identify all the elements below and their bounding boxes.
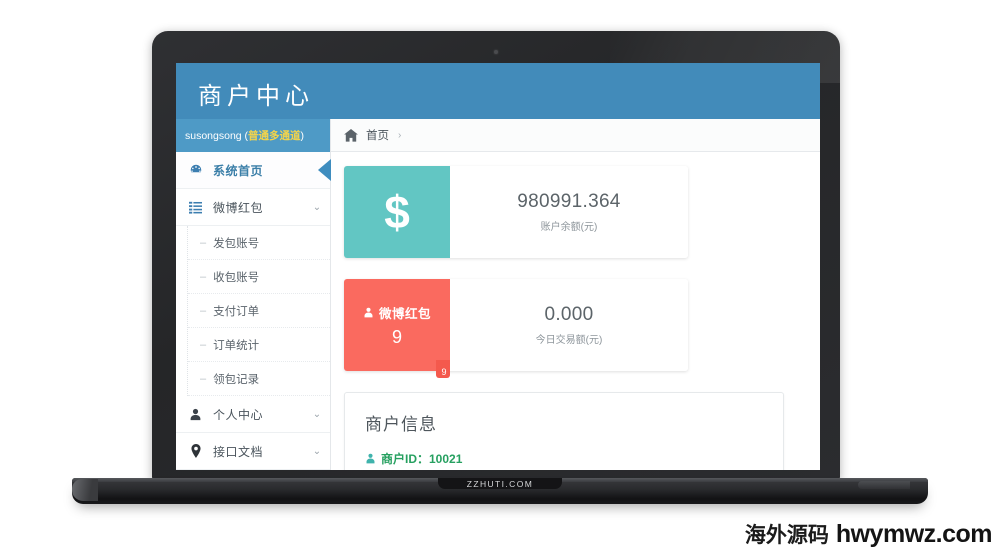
cards-area: $ 980991.364 账户余额(元) 微博红包 9 9 0.000 今日交易… bbox=[331, 152, 820, 470]
dash-icon: – bbox=[200, 236, 207, 249]
base-left-cap bbox=[72, 479, 98, 501]
sidebar-item-label: 微博红包 bbox=[213, 200, 264, 215]
app-header: 商户中心 bbox=[176, 63, 820, 119]
laptop-screen: 商户中心 susongsong ( 普通多通道 ) 系统首页 微博红包 ⌄ – … bbox=[176, 63, 820, 470]
sidebar-subitem-label: 领包记录 bbox=[213, 373, 260, 386]
webcam-icon bbox=[494, 50, 498, 54]
active-arrow-marker bbox=[318, 159, 331, 181]
breadcrumb: 首页 › bbox=[331, 119, 820, 152]
user-icon bbox=[186, 408, 205, 421]
main-content: 首页 › $ 980991.364 账户余额(元) 微博红包 9 9 0.000… bbox=[331, 119, 820, 470]
dash-icon: – bbox=[200, 304, 207, 317]
base-right-port bbox=[858, 481, 910, 489]
sidebar-user-bar[interactable]: susongsong ( 普通多通道 ) bbox=[176, 119, 330, 152]
map-pin-icon bbox=[186, 444, 205, 458]
watermark-en: hwymwz.com bbox=[835, 520, 993, 548]
stat-card-left-count: 9 bbox=[391, 326, 402, 347]
merchant-id-label: 商户ID：10021 bbox=[381, 452, 463, 466]
sidebar-subitem-receive-account[interactable]: – 收包账号 bbox=[188, 260, 330, 294]
stat-value: 0.000 bbox=[544, 304, 594, 325]
sidebar: susongsong ( 普通多通道 ) 系统首页 微博红包 ⌄ – 发包账号 … bbox=[176, 119, 331, 470]
stat-label: 账户余额(元) bbox=[540, 222, 598, 233]
watermark-cn: 海外源码 bbox=[744, 523, 829, 547]
sidebar-item-label: 接口文档 bbox=[213, 444, 264, 459]
sidebar-user-tag: 普通多通道 bbox=[248, 130, 301, 142]
dash-icon: – bbox=[200, 338, 207, 351]
merchant-info-card: 商户信息 商户ID：10021 bbox=[344, 392, 784, 470]
list-icon bbox=[186, 201, 205, 214]
page-title: 商户中心 bbox=[198, 82, 314, 110]
sidebar-item-weibo-redpacket[interactable]: 微博红包 ⌄ bbox=[176, 189, 330, 226]
user-badge-icon bbox=[364, 307, 373, 317]
sidebar-subitem-label: 订单统计 bbox=[213, 339, 260, 352]
stat-value: 980991.364 bbox=[517, 191, 621, 212]
device-brand-label: ZZHUTI.COM bbox=[466, 479, 534, 489]
stat-card-left-title: 微博红包 bbox=[363, 303, 431, 322]
dollar-icon: $ bbox=[384, 186, 410, 238]
chevron-down-icon[interactable]: ⌄ bbox=[308, 202, 326, 213]
sidebar-subitem-claim-records[interactable]: – 领包记录 bbox=[188, 362, 330, 396]
sidebar-item-dashboard[interactable]: 系统首页 bbox=[176, 152, 331, 189]
sidebar-subitem-order-stats[interactable]: – 订单统计 bbox=[188, 328, 330, 362]
merchant-info-title: 商户信息 bbox=[365, 415, 437, 434]
sidebar-subitem-send-account[interactable]: – 发包账号 bbox=[188, 226, 330, 260]
watermark: 海外源码 hwymwz.com bbox=[744, 519, 993, 549]
sidebar-nav: 系统首页 微博红包 ⌄ – 发包账号 – 收包账号 – 支付订单 – 订单统计 … bbox=[176, 152, 331, 470]
stat-card-left-title-label: 微博红包 bbox=[378, 306, 431, 321]
stat-label: 今日交易额(元) bbox=[535, 335, 603, 346]
sidebar-submenu: – 发包账号 – 收包账号 – 支付订单 – 订单统计 – 领包记录 bbox=[187, 226, 330, 396]
stat-card-icon-panel: 微博红包 9 9 bbox=[344, 279, 450, 378]
sidebar-subitem-label: 发包账号 bbox=[213, 237, 260, 250]
sidebar-subitem-label: 支付订单 bbox=[213, 305, 260, 318]
merchant-center-app: 商户中心 susongsong ( 普通多通道 ) 系统首页 微博红包 ⌄ – … bbox=[176, 63, 820, 470]
stat-card-body: 980991.364 账户余额(元) bbox=[450, 166, 688, 258]
dash-icon: – bbox=[200, 372, 207, 385]
sidebar-subitem-payment-orders[interactable]: – 支付订单 bbox=[188, 294, 330, 328]
chevron-down-icon[interactable]: ⌄ bbox=[308, 446, 326, 457]
chevron-down-icon[interactable]: ⌄ bbox=[308, 409, 326, 420]
home-icon[interactable] bbox=[344, 128, 358, 142]
sidebar-user-name: susongsong ( bbox=[185, 129, 249, 142]
merchant-id-row: 商户ID：10021 bbox=[365, 450, 783, 467]
sidebar-subitem-label: 收包账号 bbox=[213, 271, 260, 284]
person-icon bbox=[365, 453, 376, 464]
stat-card-icon-panel: $ bbox=[344, 166, 450, 258]
screenshot-stage: 商户中心 susongsong ( 普通多通道 ) 系统首页 微博红包 ⌄ – … bbox=[0, 0, 1000, 557]
corner-badge-label: 9 bbox=[441, 367, 447, 377]
breadcrumb-home-label[interactable]: 首页 bbox=[366, 127, 389, 143]
app-body: susongsong ( 普通多通道 ) 系统首页 微博红包 ⌄ – 发包账号 … bbox=[176, 119, 820, 470]
sidebar-item-label: 系统首页 bbox=[213, 163, 264, 178]
stat-card-today-volume[interactable]: 微博红包 9 9 0.000 今日交易额(元) bbox=[344, 279, 688, 378]
sidebar-item-api-docs[interactable]: 接口文档 ⌄ bbox=[176, 433, 330, 470]
sidebar-user-name-close: ) bbox=[300, 129, 305, 142]
stat-card-balance[interactable]: $ 980991.364 账户余额(元) bbox=[344, 166, 688, 258]
breadcrumb-separator: › bbox=[398, 129, 402, 141]
dashboard-icon bbox=[186, 163, 205, 177]
corner-badge: 9 bbox=[436, 360, 452, 380]
dash-icon: – bbox=[200, 270, 207, 283]
sidebar-item-personal-center[interactable]: 个人中心 ⌄ bbox=[176, 396, 330, 433]
sidebar-item-label: 个人中心 bbox=[213, 407, 264, 422]
laptop-base: ZZHUTI.COM bbox=[72, 478, 928, 504]
stat-card-body: 0.000 今日交易额(元) bbox=[450, 279, 688, 371]
